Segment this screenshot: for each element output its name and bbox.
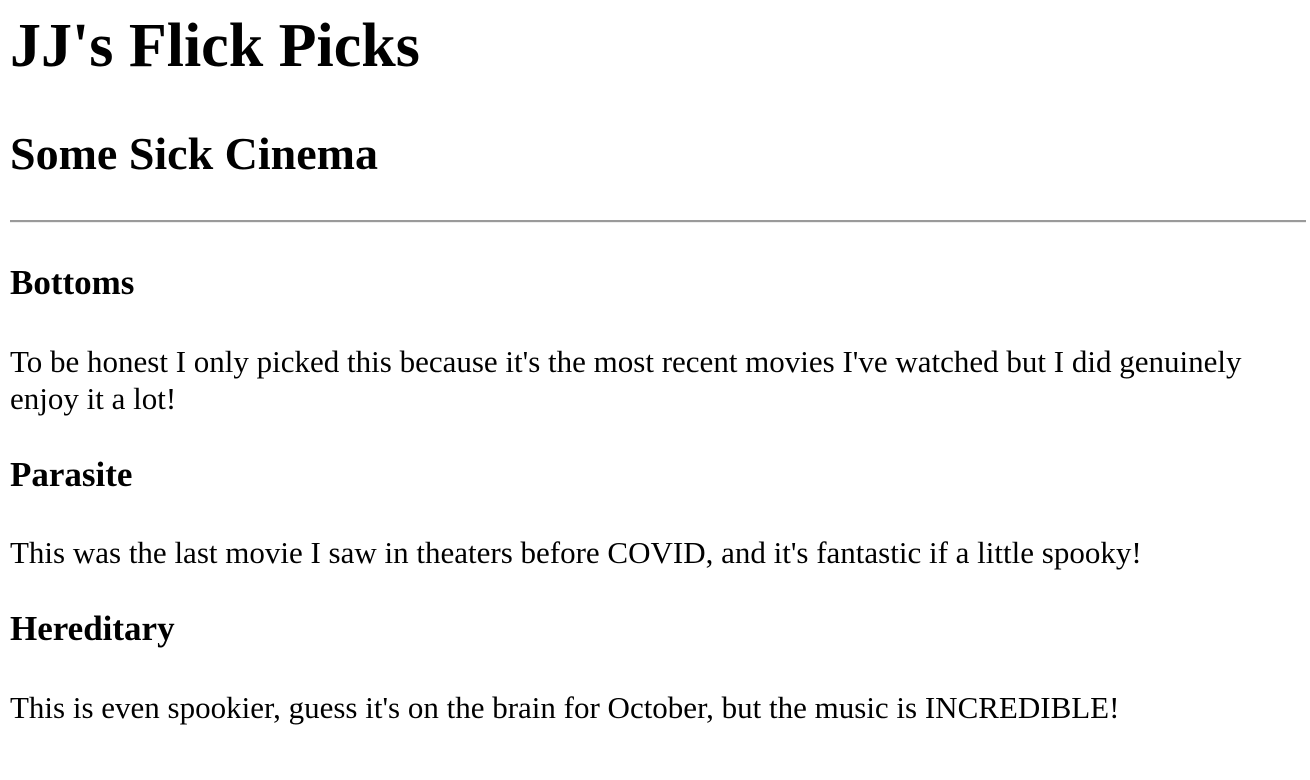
horizontal-divider <box>10 220 1306 223</box>
movie-description-bottoms: To be honest I only picked this because … <box>10 344 1242 416</box>
movie-title-hereditary: Hereditary <box>10 609 175 648</box>
movie-description-hereditary: This is even spookier, guess it's on the… <box>10 690 1120 725</box>
movie-title-bottoms: Bottoms <box>10 263 135 302</box>
movie-title-parasite: Parasite <box>10 455 133 494</box>
movie-description-parasite: This was the last movie I saw in theater… <box>10 535 1142 570</box>
site-title: JJ's Flick Picks <box>10 12 420 80</box>
site-subtitle: Some Sick Cinema <box>10 128 378 179</box>
